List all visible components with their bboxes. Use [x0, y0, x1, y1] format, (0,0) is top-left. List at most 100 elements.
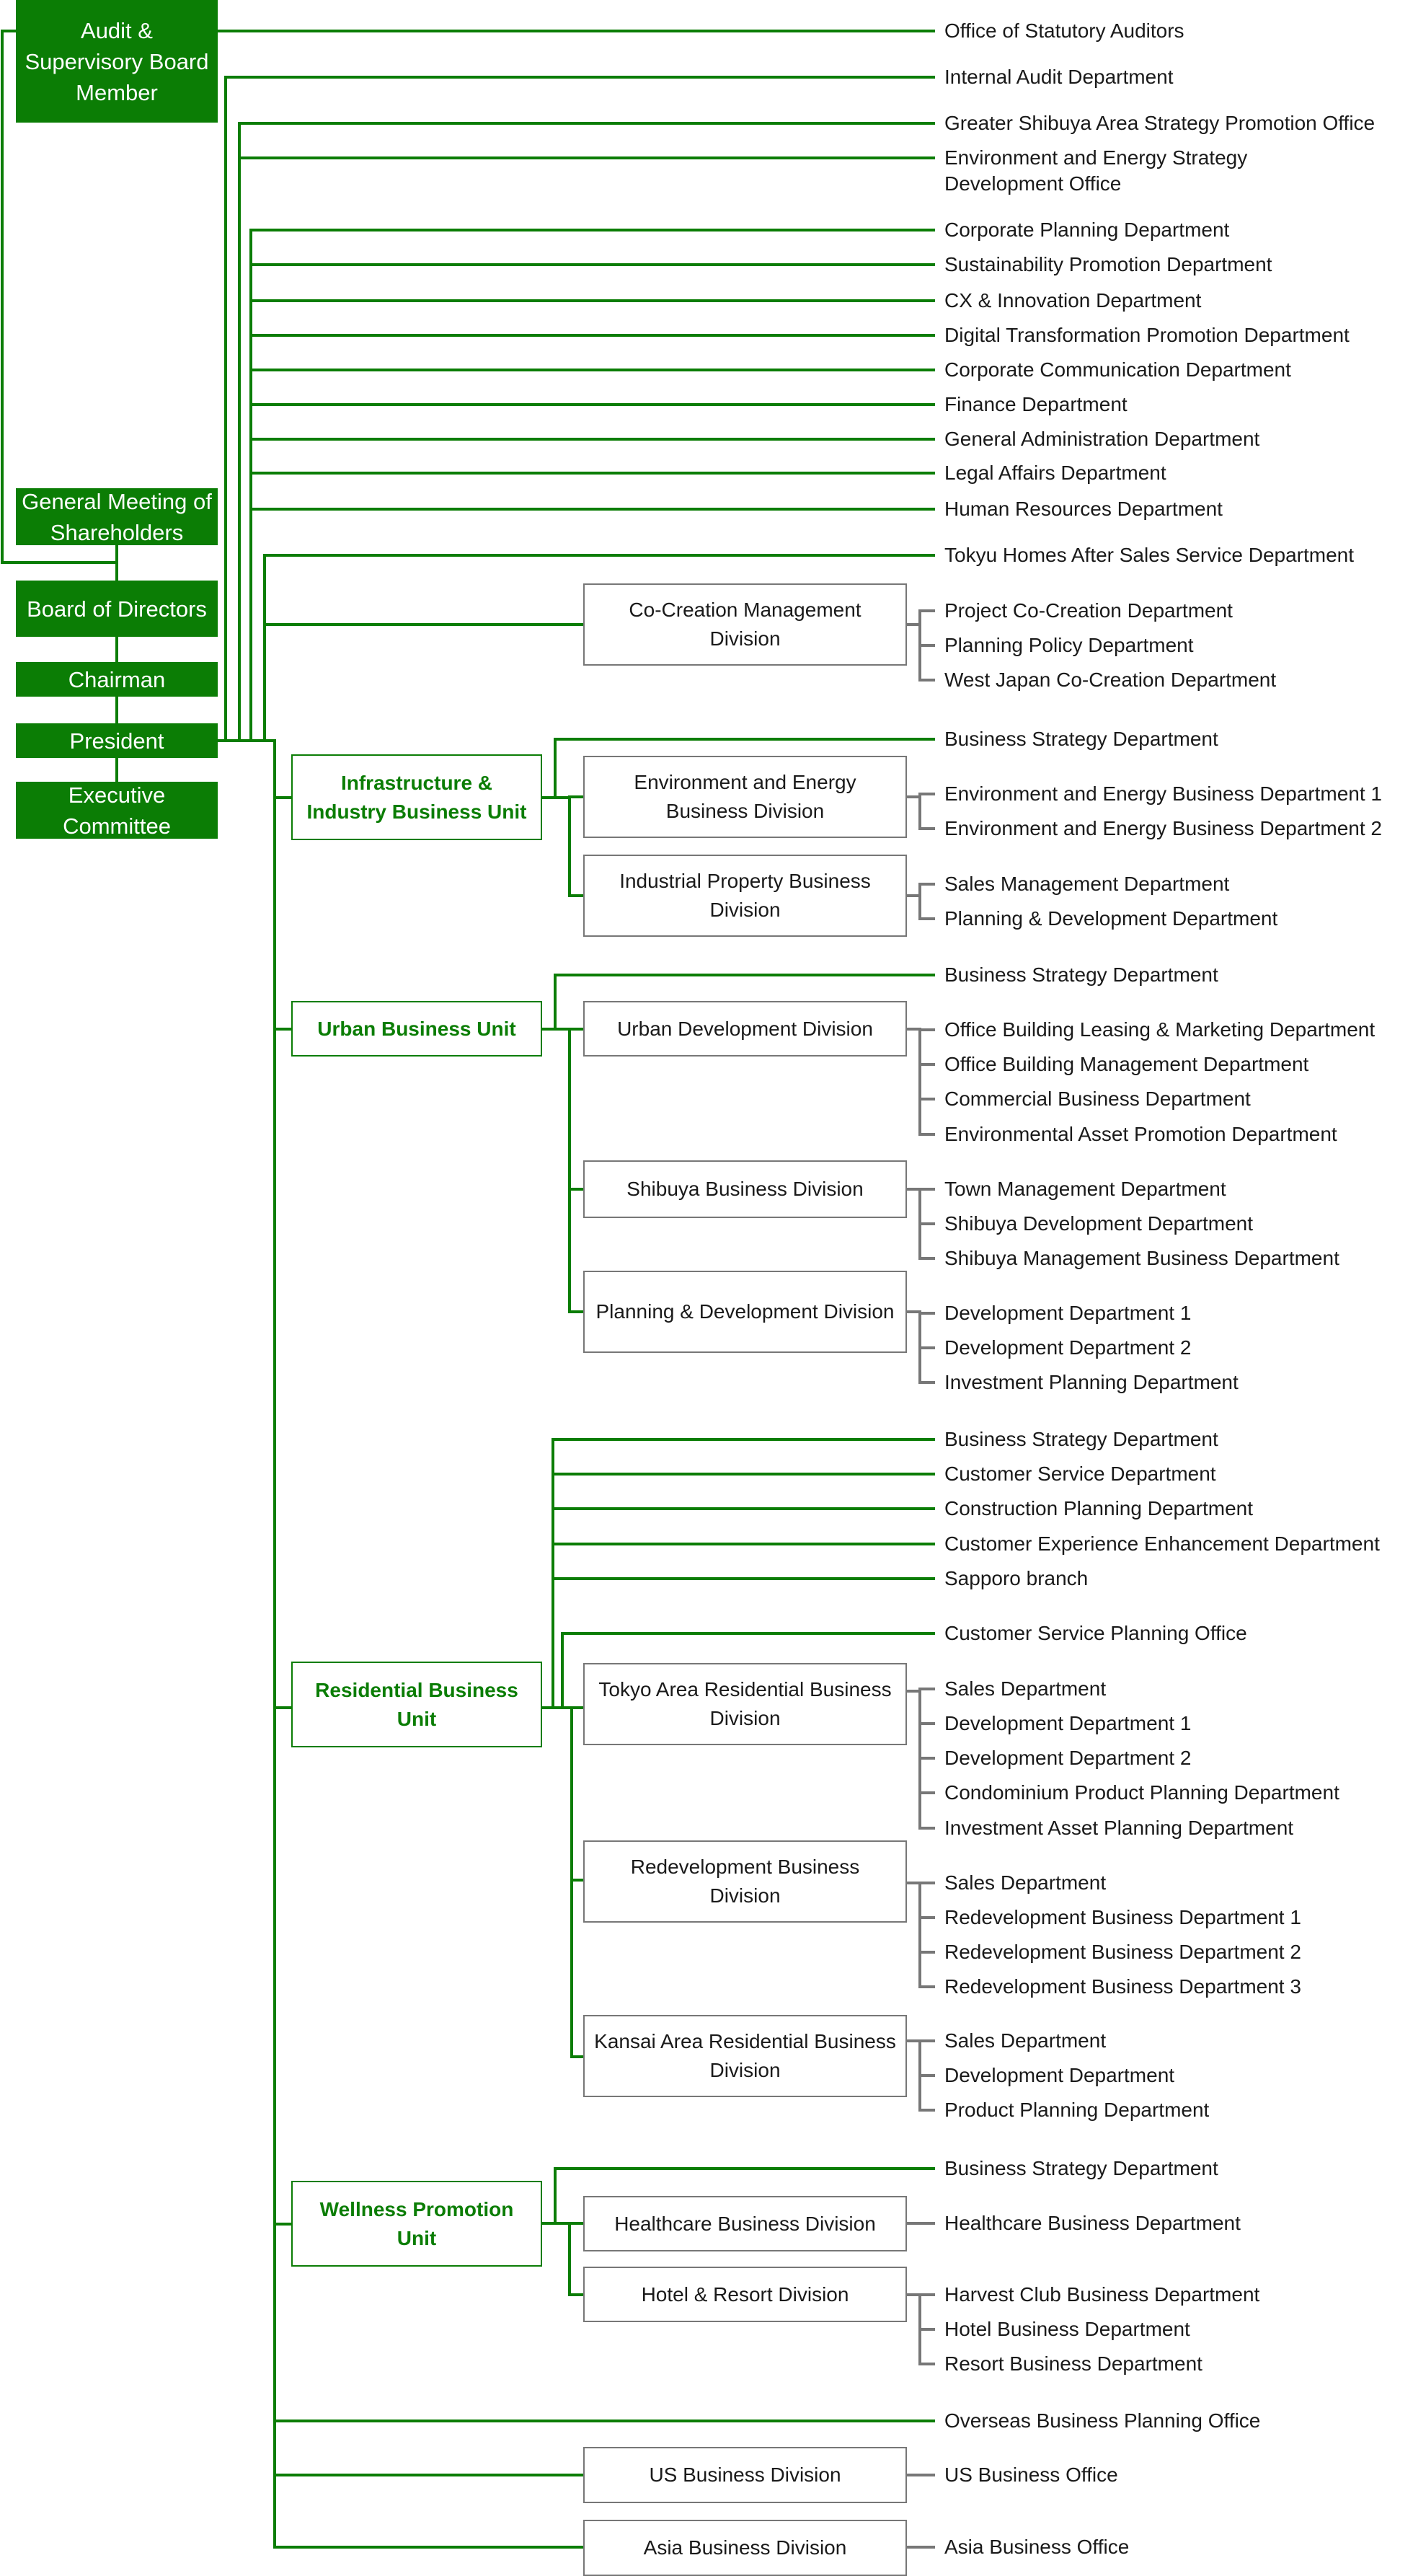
- department-item[interactable]: Human Resources Department: [944, 496, 1223, 522]
- department-item[interactable]: West Japan Co-Creation Department: [944, 667, 1276, 693]
- department-item[interactable]: Redevelopment Business Department 2: [944, 1939, 1301, 1965]
- department-item[interactable]: Shibuya Management Business Department: [944, 1245, 1339, 1271]
- division-box-label: Industrial Property Business Division: [619, 870, 871, 921]
- division-box-label: Shibuya Business Division: [626, 1178, 864, 1200]
- business-unit-box[interactable]: Urban Business Unit: [291, 1001, 542, 1057]
- department-item[interactable]: Overseas Business Planning Office: [944, 2408, 1260, 2434]
- department-item[interactable]: Project Co-Creation Department: [944, 598, 1233, 624]
- department-item[interactable]: Shibuya Development Department: [944, 1211, 1253, 1237]
- department-item[interactable]: Environment and Energy Business Departme…: [944, 781, 1382, 807]
- division-box[interactable]: Urban Development Division: [583, 1001, 907, 1057]
- department-item[interactable]: Legal Affairs Department: [944, 460, 1166, 486]
- department-item[interactable]: Office Building Leasing & Marketing Depa…: [944, 1017, 1375, 1043]
- shareholders-box[interactable]: General Meeting of Shareholders: [16, 488, 218, 545]
- department-item[interactable]: Business Strategy Department: [944, 962, 1218, 988]
- executive-committee-box[interactable]: Executive Committee: [16, 782, 218, 839]
- department-item[interactable]: Business Strategy Department: [944, 726, 1218, 752]
- division-box-label: Tokyo Area Residential Business Division: [598, 1678, 892, 1729]
- department-item[interactable]: Environmental Asset Promotion Department: [944, 1121, 1337, 1147]
- department-item[interactable]: Resort Business Department: [944, 2351, 1202, 2377]
- department-item[interactable]: Sustainability Promotion Department: [944, 252, 1272, 278]
- department-item[interactable]: Customer Service Department: [944, 1461, 1216, 1487]
- department-item[interactable]: Finance Department: [944, 392, 1128, 418]
- board-of-directors-box-label: Board of Directors: [27, 596, 207, 622]
- department-item[interactable]: Planning Policy Department: [944, 632, 1194, 658]
- division-box[interactable]: Planning & Development Division: [583, 1271, 907, 1353]
- department-item[interactable]: Internal Audit Department: [944, 64, 1174, 90]
- division-box[interactable]: Kansai Area Residential Business Divisio…: [583, 2015, 907, 2097]
- department-item[interactable]: Harvest Club Business Department: [944, 2282, 1259, 2308]
- department-item[interactable]: Investment Planning Department: [944, 1369, 1239, 1395]
- department-item[interactable]: Office Building Management Department: [944, 1051, 1308, 1077]
- division-box[interactable]: Redevelopment Business Division: [583, 1840, 907, 1923]
- board-of-directors-box[interactable]: Board of Directors: [16, 581, 218, 637]
- department-item[interactable]: Commercial Business Department: [944, 1086, 1251, 1112]
- division-box-label: Redevelopment Business Division: [630, 1856, 860, 1907]
- audit-board-box-label: Audit & Supervisory Board Member: [25, 17, 209, 105]
- division-box[interactable]: Asia Business Division: [583, 2520, 907, 2576]
- department-item[interactable]: Sales Department: [944, 1870, 1106, 1896]
- division-box[interactable]: Hotel & Resort Division: [583, 2267, 907, 2322]
- department-item[interactable]: Development Department 1: [944, 1711, 1191, 1737]
- business-unit-box[interactable]: Wellness Promotion Unit: [291, 2181, 542, 2267]
- department-item[interactable]: Environment and Energy Business Departme…: [944, 816, 1382, 842]
- division-box[interactable]: Industrial Property Business Division: [583, 855, 907, 937]
- department-item[interactable]: General Administration Department: [944, 426, 1259, 452]
- department-item[interactable]: Development Department 2: [944, 1745, 1191, 1771]
- department-item[interactable]: Condominium Product Planning Department: [944, 1780, 1339, 1806]
- business-unit-box[interactable]: Residential Business Unit: [291, 1662, 542, 1747]
- co-creation-division-box[interactable]: Co-Creation Management Division: [583, 583, 907, 666]
- department-item[interactable]: Business Strategy Department: [944, 1426, 1218, 1452]
- department-item[interactable]: Product Planning Department: [944, 2097, 1209, 2123]
- department-item[interactable]: Tokyu Homes After Sales Service Departme…: [944, 542, 1354, 568]
- division-box[interactable]: Environment and Energy Business Division: [583, 756, 907, 838]
- department-item[interactable]: Sapporo branch: [944, 1566, 1088, 1592]
- department-item[interactable]: Corporate Communication Department: [944, 357, 1291, 383]
- department-item[interactable]: Asia Business Office: [944, 2534, 1129, 2560]
- division-box-label: Hotel & Resort Division: [641, 2282, 849, 2306]
- chairman-box[interactable]: Chairman: [16, 662, 218, 697]
- division-box[interactable]: Healthcare Business Division: [583, 2196, 907, 2251]
- department-item[interactable]: Office of Statutory Auditors: [944, 18, 1184, 44]
- department-item[interactable]: Development Department: [944, 2063, 1174, 2088]
- executive-committee-box-label: Executive Committee: [63, 782, 171, 839]
- department-item[interactable]: Redevelopment Business Department 1: [944, 1905, 1301, 1931]
- division-box-label: Environment and Energy Business Division: [634, 771, 856, 822]
- co-creation-division-box-label: Co-Creation Management Division: [629, 599, 861, 650]
- department-item[interactable]: Town Management Department: [944, 1176, 1226, 1202]
- department-item[interactable]: Construction Planning Department: [944, 1496, 1253, 1522]
- department-item[interactable]: Sales Management Department: [944, 871, 1229, 897]
- department-item[interactable]: Hotel Business Department: [944, 2316, 1190, 2342]
- business-unit-box-label: Urban Business Unit: [317, 1017, 516, 1040]
- department-item[interactable]: Customer Experience Enhancement Departme…: [944, 1531, 1380, 1557]
- department-item[interactable]: Digital Transformation Promotion Departm…: [944, 322, 1350, 348]
- department-item[interactable]: Environment and Energy Strategy Developm…: [944, 145, 1348, 197]
- business-unit-box-label: Infrastructure & Industry Business Unit: [306, 771, 527, 823]
- department-item[interactable]: CX & Innovation Department: [944, 288, 1201, 314]
- department-item[interactable]: Sales Department: [944, 2028, 1106, 2054]
- department-item[interactable]: Greater Shibuya Area Strategy Promotion …: [944, 110, 1375, 136]
- audit-board-box[interactable]: Audit & Supervisory Board Member: [16, 0, 218, 123]
- department-item[interactable]: Customer Service Planning Office: [944, 1620, 1247, 1646]
- department-item[interactable]: Investment Asset Planning Department: [944, 1815, 1293, 1841]
- department-item[interactable]: Corporate Planning Department: [944, 217, 1229, 243]
- shareholders-box-label: General Meeting of Shareholders: [22, 488, 212, 545]
- organization-chart: Audit & Supervisory Board Member General …: [0, 0, 1413, 2576]
- department-item[interactable]: Development Department 1: [944, 1300, 1191, 1326]
- division-box[interactable]: Shibuya Business Division: [583, 1160, 907, 1218]
- division-box[interactable]: Tokyo Area Residential Business Division: [583, 1663, 907, 1745]
- department-item[interactable]: Healthcare Business Department: [944, 2210, 1241, 2236]
- president-box[interactable]: President: [16, 723, 218, 758]
- division-box-label: US Business Division: [649, 2463, 841, 2486]
- department-item[interactable]: Sales Department: [944, 1676, 1106, 1702]
- chairman-box-label: Chairman: [68, 666, 166, 692]
- department-item[interactable]: Business Strategy Department: [944, 2156, 1218, 2182]
- department-item[interactable]: US Business Office: [944, 2462, 1118, 2488]
- division-box-label: Planning & Development Division: [595, 1300, 895, 1323]
- department-item[interactable]: Redevelopment Business Department 3: [944, 1974, 1301, 2000]
- department-item[interactable]: Development Department 2: [944, 1335, 1191, 1361]
- president-box-label: President: [69, 728, 164, 754]
- business-unit-box[interactable]: Infrastructure & Industry Business Unit: [291, 754, 542, 840]
- division-box[interactable]: US Business Division: [583, 2447, 907, 2503]
- department-item[interactable]: Planning & Development Department: [944, 906, 1277, 932]
